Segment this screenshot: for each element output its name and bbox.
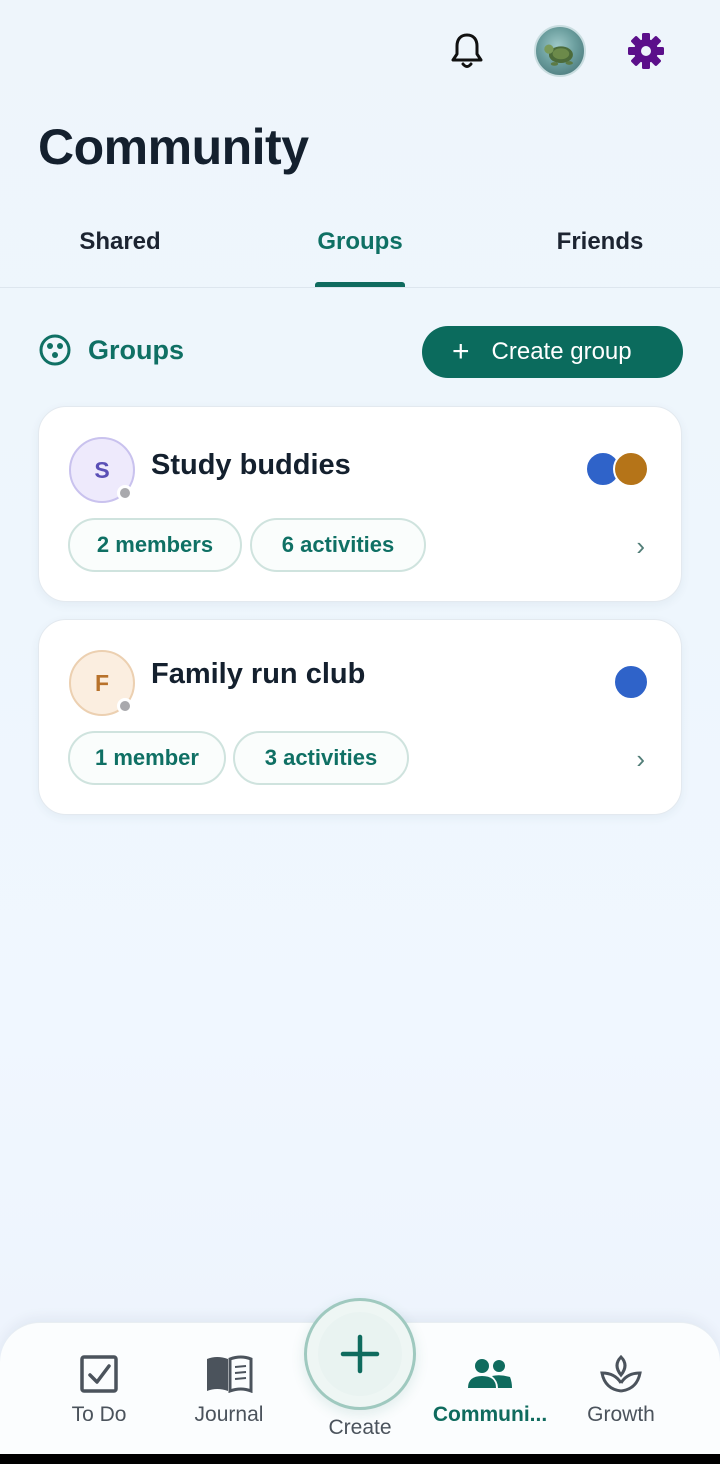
- section-title: Groups: [88, 334, 185, 365]
- group-initial: F: [94, 669, 110, 696]
- groups-section-header: Groups: [38, 330, 184, 370]
- sprout-icon: [599, 1353, 643, 1395]
- activities-pill[interactable]: 6 activities: [250, 518, 426, 572]
- create-group-label: Create group: [491, 338, 632, 365]
- gear-icon: [628, 33, 664, 69]
- nav-label: To Do: [71, 1403, 127, 1426]
- group-card[interactable]: S Study buddies 2 members 6 activities ›: [38, 406, 682, 602]
- nav-community[interactable]: Communi...: [425, 1353, 555, 1427]
- status-dot: [117, 698, 133, 714]
- tab-friends[interactable]: Friends: [480, 215, 720, 288]
- turtle-avatar-image: [544, 44, 573, 66]
- members-pill[interactable]: 1 member: [68, 731, 226, 785]
- fab-inner: [318, 1312, 402, 1396]
- system-navigation-bar: [0, 1454, 720, 1464]
- settings-button[interactable]: [622, 27, 670, 75]
- notifications-button[interactable]: [444, 28, 490, 74]
- book-icon: [205, 1353, 253, 1395]
- member-avatar: [613, 664, 649, 700]
- nav-create-label[interactable]: Create: [300, 1416, 420, 1440]
- nav-label: Communi...: [432, 1403, 548, 1426]
- group-card[interactable]: F Family run club 1 member 3 activities …: [38, 619, 682, 815]
- tab-shared[interactable]: Shared: [0, 215, 240, 288]
- group-avatar: S: [69, 437, 135, 503]
- member-avatars: [585, 451, 649, 487]
- create-fab-button[interactable]: [304, 1298, 416, 1410]
- profile-avatar[interactable]: [534, 25, 586, 77]
- create-group-button[interactable]: + Create group: [422, 326, 683, 378]
- members-pill[interactable]: 2 members: [68, 518, 242, 572]
- member-avatar: [613, 451, 649, 487]
- bell-icon: [451, 33, 483, 68]
- tab-bar: Shared Groups Friends: [0, 215, 720, 288]
- nav-label: Journal: [194, 1403, 264, 1426]
- top-bar: [0, 0, 720, 100]
- nav-todo[interactable]: To Do: [34, 1353, 164, 1427]
- member-avatars: [613, 664, 649, 700]
- tab-groups[interactable]: Groups: [240, 215, 480, 288]
- plus-icon: +: [452, 335, 470, 368]
- nav-growth[interactable]: Growth: [556, 1353, 686, 1427]
- checkbox-icon: [79, 1353, 119, 1395]
- active-tab-indicator: [315, 282, 405, 287]
- people-icon: [466, 1353, 514, 1395]
- plus-icon: [340, 1334, 380, 1374]
- status-dot: [117, 485, 133, 501]
- group-name: Study buddies: [151, 449, 351, 481]
- page-title: Community: [38, 119, 309, 175]
- group-circle-icon: [38, 333, 72, 367]
- chevron-right-icon: ›: [636, 531, 645, 561]
- chevron-right-icon: ›: [636, 744, 645, 774]
- group-avatar: F: [69, 650, 135, 716]
- nav-label: Growth: [587, 1403, 655, 1426]
- group-name: Family run club: [151, 658, 366, 690]
- nav-journal[interactable]: Journal: [164, 1353, 294, 1427]
- activities-pill[interactable]: 3 activities: [233, 731, 409, 785]
- group-initial: S: [94, 456, 110, 483]
